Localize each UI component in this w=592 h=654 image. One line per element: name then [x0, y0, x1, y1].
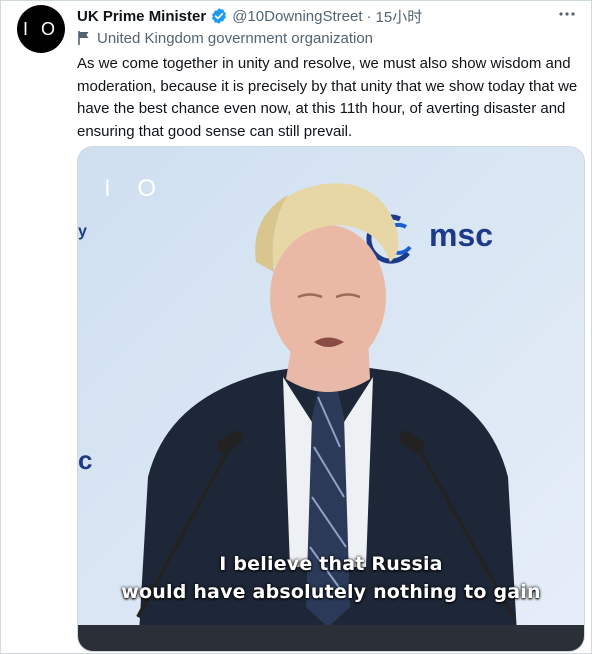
display-name[interactable]: UK Prime Minister	[77, 8, 206, 25]
video-frame-image	[78, 147, 584, 651]
verified-badge-icon	[210, 7, 228, 25]
avatar[interactable]: I O	[17, 5, 65, 53]
tweet-card[interactable]: I O UK Prime Minister @10DowningStreet ·…	[0, 0, 592, 654]
avatar-logo-text: I O	[22, 18, 59, 39]
flag-icon	[78, 31, 89, 45]
separator-dot: ·	[366, 7, 372, 25]
affiliation-label[interactable]: United Kingdom government organization	[97, 30, 373, 47]
tweet-text: As we come together in unity and resolve…	[77, 55, 578, 140]
subtitle-line-1: I believe that Russia	[219, 553, 443, 575]
timestamp[interactable]: 15小时	[376, 6, 423, 27]
msc-logo: msc	[423, 217, 493, 254]
backdrop-text-fragment: c	[78, 445, 93, 475]
video-media[interactable]: I O y c msc I believe that Russia would …	[77, 146, 585, 652]
tweet-header: UK Prime Minister @10DowningStreet · 15小…	[77, 5, 579, 27]
affiliation: United Kingdom government organization	[77, 28, 373, 48]
subtitle-line-2: would have absolutely nothing to gain	[121, 581, 541, 603]
user-handle[interactable]: @10DowningStreet	[232, 8, 362, 25]
msc-logo-text: msc	[429, 217, 494, 253]
broadcast-logo: I O	[104, 175, 167, 202]
backdrop-text-fragment: y	[78, 223, 87, 240]
more-options-icon[interactable]	[557, 4, 577, 24]
